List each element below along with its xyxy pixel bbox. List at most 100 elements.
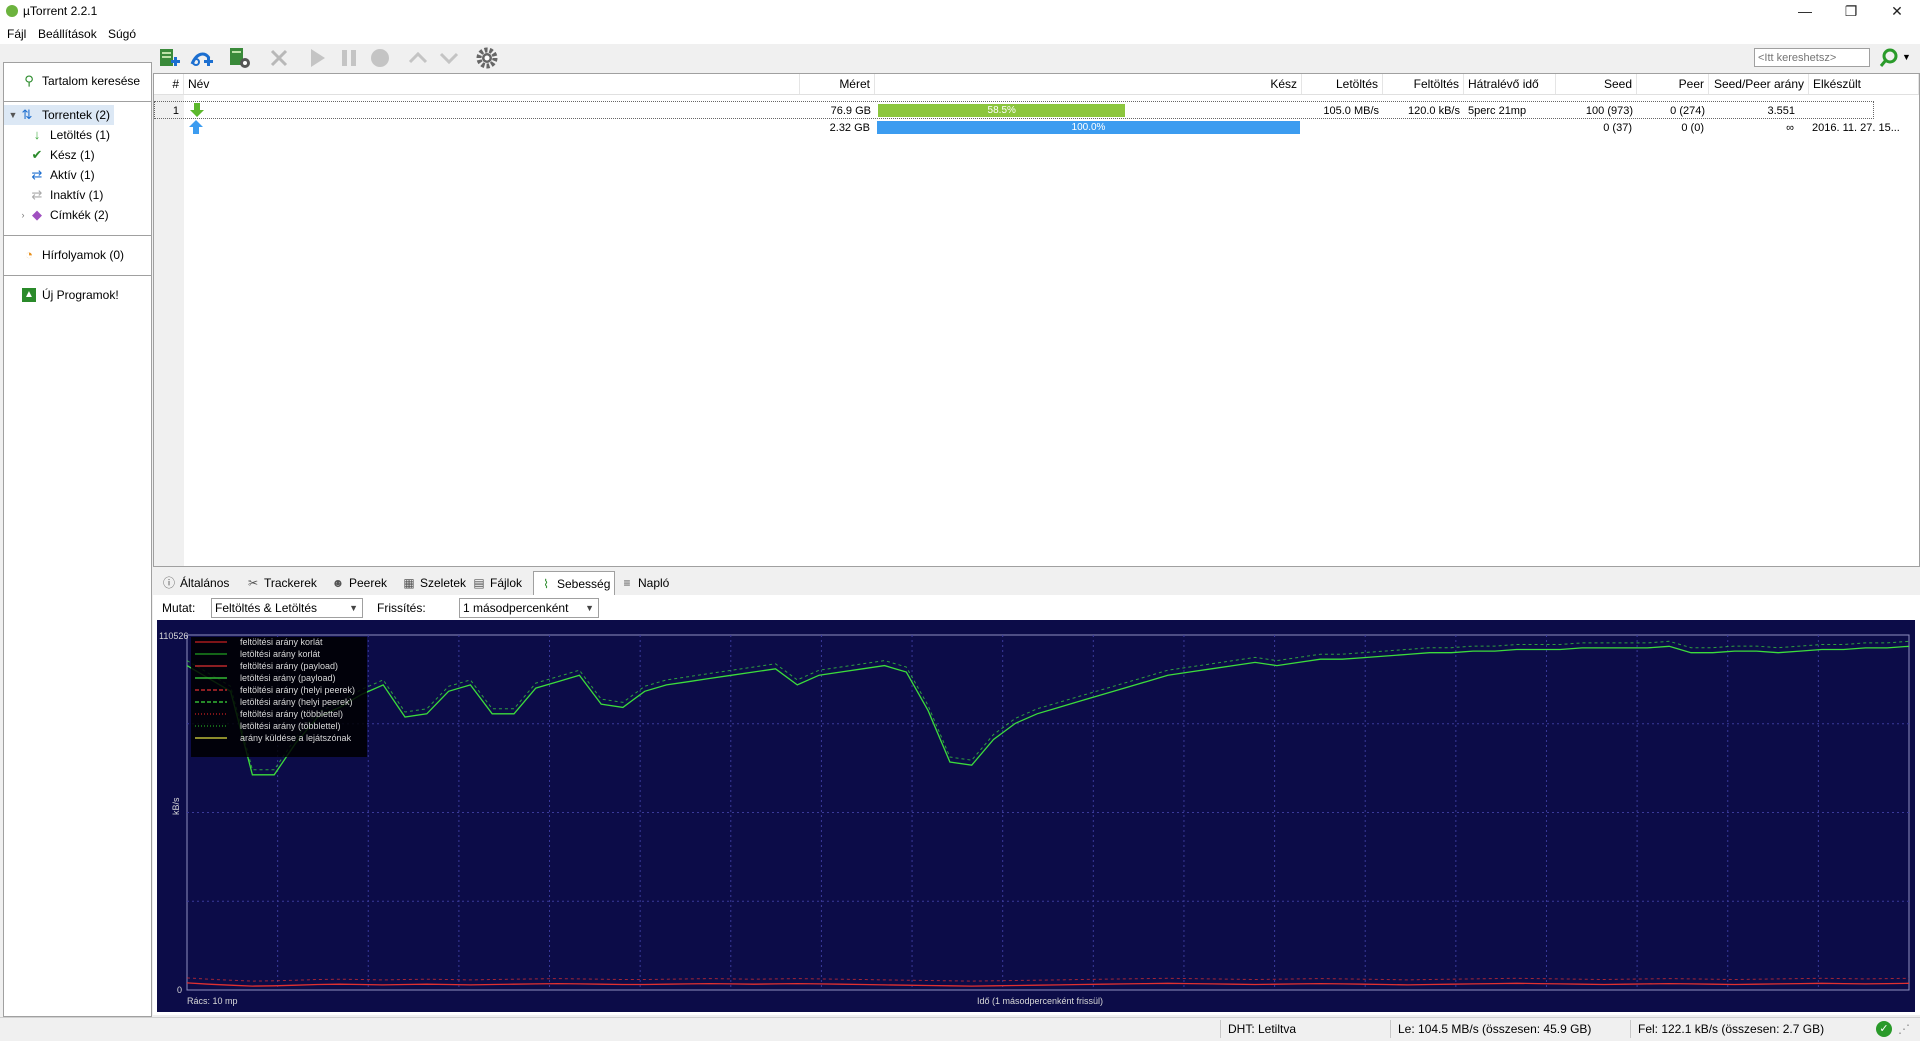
sidebar-item-active[interactable]: ⇄ Aktív (1) [4, 165, 151, 185]
table-row[interactable]: 1 76.9 GB 58.5% 105.0 MB/s 120.0 kB/s 5p… [154, 101, 1874, 119]
tab-label: Peerek [349, 576, 388, 590]
move-down-icon[interactable] [437, 46, 461, 70]
column-header-down-speed[interactable]: Letöltés [1302, 74, 1383, 94]
sidebar-item-completed[interactable]: ✔ Kész (1) [4, 145, 151, 165]
menu-settings[interactable]: Beállítások [38, 27, 97, 41]
column-header-peers[interactable]: Peer [1637, 74, 1709, 94]
sidebar-item-feeds[interactable]: ◔ Hírfolyamok (0) [4, 245, 151, 265]
apps-icon: ▲ [22, 288, 36, 302]
pause-icon[interactable] [337, 46, 361, 70]
peers-cell: 0 (274) [1670, 105, 1705, 117]
tab-speed[interactable]: ⌇ Sebesség [533, 571, 616, 596]
tab-label: Trackerek [264, 576, 317, 590]
seeds-cell: 100 (973) [1585, 105, 1633, 117]
show-label: Mutat: [162, 601, 196, 615]
checkmark-icon: ✔ [31, 147, 43, 162]
menu-help[interactable]: Súgó [108, 27, 136, 41]
column-header-name[interactable]: Név [184, 74, 800, 94]
create-torrent-icon[interactable] [227, 46, 251, 70]
sidebar-item-apps[interactable]: ▲ Új Programok! [4, 285, 151, 305]
window-title: µTorrent 2.2.1 [23, 4, 98, 18]
column-header-num[interactable]: # [154, 74, 184, 94]
column-header-up-speed[interactable]: Feltöltés [1383, 74, 1464, 94]
status-divider [1220, 1020, 1221, 1038]
sidebar-divider [4, 235, 151, 236]
menu-file[interactable]: Fájl [7, 27, 26, 41]
speed-graph-icon: ⌇ [543, 577, 549, 591]
column-header-seeds[interactable]: Seed [1556, 74, 1637, 94]
tab-trackers[interactable]: ✂ Trackerek [241, 571, 321, 595]
chevron-down-icon[interactable]: ▼ [6, 108, 20, 122]
column-header-eta[interactable]: Hátralévő idő [1464, 74, 1556, 94]
sidebar-item-torrents[interactable]: ▼ ⇅ Torrentek (2) [4, 105, 114, 125]
minimize-button[interactable]: — [1782, 0, 1828, 24]
series-overhead-line [186, 640, 1910, 771]
search-dropdown-icon[interactable]: ▼ [1902, 52, 1911, 62]
refresh-label: Frissítés: [377, 601, 426, 615]
show-select[interactable]: Feltöltés & Letöltés ▼ [211, 598, 363, 618]
x-axis-label: Idő (1 másodpercenként frissül) [977, 996, 1103, 1006]
close-button[interactable]: ✕ [1874, 0, 1920, 24]
tab-general[interactable]: ⓘ Általános [157, 571, 233, 595]
detail-tabs: ⓘ Általános ✂ Trackerek ☻ Peerek ▦ Szeletek … [153, 571, 1920, 596]
restore-button[interactable]: ❐ [1828, 0, 1874, 24]
tab-peers[interactable]: ☻ Peerek [326, 571, 391, 595]
download-speed-cell [1301, 119, 1382, 137]
trackers-icon: ✂ [247, 576, 259, 590]
legend-entry: letöltési arány (payload) [240, 673, 336, 683]
move-up-icon[interactable] [406, 46, 430, 70]
status-bar: DHT: Letiltva Le: 104.5 MB/s (összesen: … [0, 1017, 1920, 1041]
series-line [186, 645, 1910, 776]
legend-entry: letöltési arány (helyi peerek) [240, 697, 353, 707]
tab-files[interactable]: ▤ Fájlok [467, 571, 526, 595]
progress-label: 58.5% [987, 105, 1016, 116]
sidebar-item-inactive[interactable]: ⇄ Inaktív (1) [4, 185, 151, 205]
row-number [154, 119, 182, 137]
title-bar: µTorrent 2.2.1 — ❐ ✕ [0, 0, 1920, 24]
speed-graph: 110526 0 kB/s Rács: 10 mp Idő (1 másodpercen… [157, 620, 1915, 1012]
remove-icon[interactable] [267, 46, 291, 70]
download-status: Le: 104.5 MB/s (összesen: 45.9 GB) [1398, 1022, 1592, 1036]
progress-label: 100.0% [1071, 122, 1106, 133]
refresh-select[interactable]: 1 másodpercenként ▼ [459, 598, 599, 618]
sidebar-item-labels[interactable]: › ◆ Címkék (2) [4, 205, 151, 225]
column-header-ratio[interactable]: Seed/Peer arány [1709, 74, 1809, 94]
files-icon: ▤ [473, 576, 485, 590]
download-arrow-icon: ↓ [33, 127, 41, 142]
tab-label: Fájlok [490, 576, 523, 590]
stop-icon[interactable] [368, 46, 392, 70]
tab-log[interactable]: ≡ Napló [615, 571, 673, 595]
search-icon[interactable] [1878, 47, 1900, 69]
tab-label: Szeletek [420, 576, 467, 590]
sidebar-item-search[interactable]: ⚲ Tartalom keresése [4, 71, 151, 91]
resize-grip-icon[interactable]: ⋰ [1898, 1022, 1910, 1036]
column-header-done[interactable]: Kész [875, 74, 1302, 94]
seeding-status-icon [188, 119, 204, 135]
grid-interval-label: Rács: 10 mp [187, 996, 238, 1006]
preferences-icon[interactable] [475, 46, 499, 70]
column-header-completed-on[interactable]: Elkészült [1809, 74, 1919, 94]
sidebar-item-downloading[interactable]: ↓ Letöltés (1) [4, 125, 151, 145]
start-icon[interactable] [305, 46, 329, 70]
legend-entry: letöltési arány (többlettel) [240, 721, 341, 731]
tab-pieces[interactable]: ▦ Szeletek [397, 571, 470, 595]
log-icon: ≡ [623, 576, 631, 590]
speed-graph-svg: 110526 0 kB/s Rács: 10 mp Idő (1 másodpercen… [159, 631, 1910, 1006]
add-torrent-icon[interactable] [156, 46, 180, 70]
add-url-icon[interactable] [189, 46, 213, 70]
series-line [186, 982, 1910, 987]
sidebar-item-label: Aktív (1) [50, 168, 95, 182]
search-input[interactable] [1754, 48, 1870, 67]
network-ok-icon[interactable]: ✓ [1876, 1021, 1892, 1037]
column-header-size[interactable]: Méret [800, 74, 875, 94]
chevron-right-icon[interactable]: › [16, 208, 30, 222]
sidebar-item-label: Inaktív (1) [50, 188, 104, 202]
table-row[interactable]: 2.32 GB 100.0% 0 (37) 0 (0) ∞ 2016. 11. … [154, 119, 1900, 137]
toolbar: ▼ [0, 44, 1920, 73]
y-axis-label: kB/s [171, 797, 181, 815]
status-divider [1630, 1020, 1631, 1038]
status-divider [1390, 1020, 1391, 1038]
seeds-cell: 0 (37) [1603, 122, 1632, 134]
inactive-arrows-icon: ⇄ [31, 187, 43, 202]
downloading-status-icon [189, 102, 205, 118]
